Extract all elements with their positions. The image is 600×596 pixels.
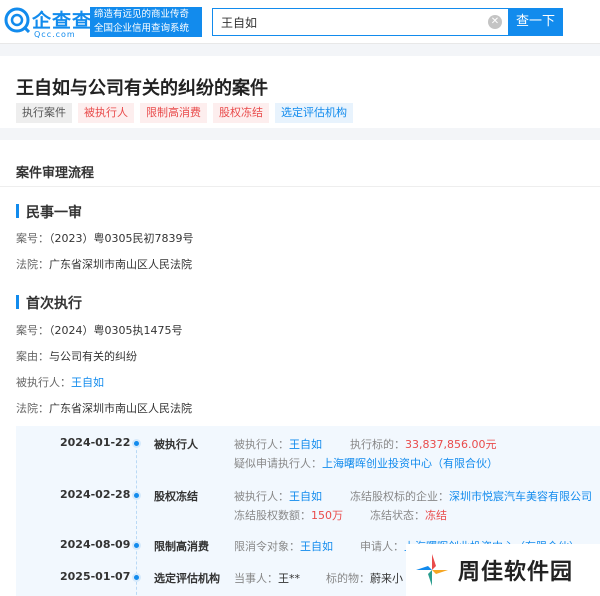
field-label: 冻结股权标的企业： xyxy=(350,490,449,503)
timeline-field: 疑似申请执行人：上海曙晖创业投资中心（有限合伙） xyxy=(234,455,498,471)
section-title: 案件审理流程 xyxy=(16,166,95,181)
field-value: 蔚来小 xyxy=(370,572,403,585)
field-label: 被执行人： xyxy=(234,438,289,451)
stage-first-instance-title: 民事一审 xyxy=(16,202,82,222)
watermark: 周佳软件园 xyxy=(406,544,600,596)
slogan-line-1: 缔造有远见的商业传奇 xyxy=(94,9,190,20)
logo-text-en: Qcc.com xyxy=(34,30,76,39)
field-value: 33,837,856.00元 xyxy=(405,438,497,451)
top-header: 企查查 Qcc.com 缔造有远见的商业传奇 全国企业信用查询系统 ✕ 查一下 xyxy=(0,0,600,44)
timeline-field: 当事人：王** xyxy=(234,570,300,586)
cause-label: 案由： xyxy=(16,350,49,363)
timeline-date: 2024-01-22 xyxy=(60,436,131,449)
field-label: 当事人： xyxy=(234,572,278,585)
divider xyxy=(0,186,600,187)
field-link[interactable]: 王自如 xyxy=(289,438,322,451)
field-value: 王** xyxy=(278,572,300,585)
tag-execution-case: 执行案件 xyxy=(16,103,72,123)
timeline-field: 被执行人：王自如 xyxy=(234,488,322,504)
field-link[interactable]: 上海曙晖创业投资中心（有限合伙） xyxy=(322,457,498,470)
stage2-cause: 案由：与公司有关的纠纷 xyxy=(16,348,137,364)
logo-mark-icon xyxy=(4,7,30,33)
field-label: 疑似申请执行人： xyxy=(234,457,322,470)
executee-label: 被执行人： xyxy=(16,376,71,389)
court-label: 法院： xyxy=(16,258,49,271)
case-no-label: 案号： xyxy=(16,232,49,245)
search-button[interactable]: 查一下 xyxy=(508,8,563,36)
case-no-value: （2023）粤0305民初7839号 xyxy=(49,232,194,245)
field-link[interactable]: 王自如 xyxy=(289,490,322,503)
field-label: 冻结股权数额： xyxy=(234,509,311,522)
field-label: 限消令对象： xyxy=(234,540,300,553)
tag-equity-freeze: 股权冻结 xyxy=(213,103,269,123)
timeline-field: 冻结股权数额：150万 xyxy=(234,507,343,523)
timeline-dot xyxy=(132,541,141,550)
timeline-item-line2: 疑似申请执行人：上海曙晖创业投资中心（有限合伙） xyxy=(16,455,600,479)
stage-first-execution-title: 首次执行 xyxy=(16,293,82,313)
stage2-executee: 被执行人：王自如 xyxy=(16,374,104,390)
case-tags: 执行案件 被执行人 限制高消费 股权冻结 选定评估机构 xyxy=(16,103,353,123)
field-label: 冻结状态： xyxy=(370,509,425,522)
timeline-field: 被执行人：王自如 xyxy=(234,436,322,452)
stage2-court: 法院：广东省深圳市南山区人民法院 xyxy=(16,400,192,416)
cause-value: 与公司有关的纠纷 xyxy=(49,350,137,363)
stage1-court: 法院：广东省深圳市南山区人民法院 xyxy=(16,256,192,272)
timeline-type[interactable]: 被执行人 xyxy=(154,436,198,452)
case-no-label: 案号： xyxy=(16,324,49,337)
field-link[interactable]: 王自如 xyxy=(300,540,333,553)
case-title-card: 王自如与公司有关的纠纷的案件 执行案件 被执行人 限制高消费 股权冻结 选定评估… xyxy=(0,56,600,128)
trial-process-card: 案件审理流程 民事一审 案号：（2023）粤0305民初7839号 法院：广东省… xyxy=(0,140,600,596)
qcc-logo[interactable]: 企查查 Qcc.com xyxy=(4,5,91,39)
timeline-type[interactable]: 限制高消费 xyxy=(154,538,209,554)
timeline-field: 冻结股权标的企业：深圳市悦宸汽车美容有限公司 xyxy=(350,488,592,504)
tag-consumption-limit: 限制高消费 xyxy=(140,103,207,123)
executee-link[interactable]: 王自如 xyxy=(71,376,104,389)
court-value: 广东省深圳市南山区人民法院 xyxy=(49,402,192,415)
court-label: 法院： xyxy=(16,402,49,415)
timeline-date: 2025-01-07 xyxy=(60,570,131,583)
timeline-field: 冻结状态：冻结 xyxy=(370,507,447,523)
timeline-item-line2: 冻结股权数额：150万 冻结状态：冻结 xyxy=(16,507,600,531)
field-value: 冻结 xyxy=(425,509,447,522)
field-value: 150万 xyxy=(311,509,343,522)
timeline-field: 标的物：蔚来小 xyxy=(326,570,403,586)
page-title: 王自如与公司有关的纠纷的案件 xyxy=(16,78,268,99)
timeline-dot xyxy=(132,439,141,448)
search-box: ✕ xyxy=(212,8,508,36)
timeline-dot xyxy=(132,491,141,500)
timeline-date: 2024-08-09 xyxy=(60,538,131,551)
watermark-logo-icon xyxy=(414,552,450,588)
tag-appraisal-agency: 选定评估机构 xyxy=(275,103,353,123)
court-value: 广东省深圳市南山区人民法院 xyxy=(49,258,192,271)
field-link[interactable]: 深圳市悦宸汽车美容有限公司 xyxy=(449,490,592,503)
timeline-dot xyxy=(132,573,141,582)
timeline-field: 执行标的：33,837,856.00元 xyxy=(350,436,496,452)
field-label: 标的物： xyxy=(326,572,370,585)
slogan-line-2: 全国企业信用查询系统 xyxy=(94,23,190,34)
watermark-text: 周佳软件园 xyxy=(458,560,574,585)
timeline-type[interactable]: 选定评估机构 xyxy=(154,570,220,586)
case-no-value: （2024）粤0305执1475号 xyxy=(49,324,183,337)
logo-text-cn: 企查查 xyxy=(32,10,93,32)
field-label: 执行标的： xyxy=(350,438,405,451)
stage1-case-no: 案号：（2023）粤0305民初7839号 xyxy=(16,230,193,246)
timeline-field: 限消令对象：王自如 xyxy=(234,538,333,554)
timeline-type[interactable]: 股权冻结 xyxy=(154,488,198,504)
field-label: 被执行人： xyxy=(234,490,289,503)
stage2-case-no: 案号：（2024）粤0305执1475号 xyxy=(16,322,182,338)
close-circle-icon[interactable]: ✕ xyxy=(488,15,502,29)
tag-executee: 被执行人 xyxy=(78,103,134,123)
timeline-date: 2024-02-28 xyxy=(60,488,131,501)
search-input[interactable] xyxy=(213,9,508,35)
slogan-banner: 缔造有远见的商业传奇 全国企业信用查询系统 xyxy=(90,7,202,37)
field-label: 申请人： xyxy=(360,540,404,553)
